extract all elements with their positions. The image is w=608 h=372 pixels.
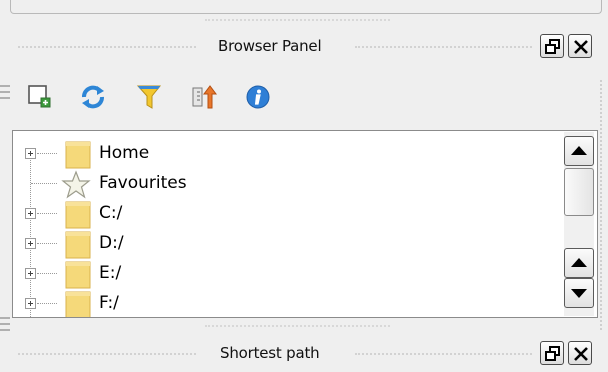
expand-icon[interactable]: [25, 238, 36, 249]
tree-item-label: E:/: [99, 263, 122, 283]
browser-float-button[interactable]: [540, 34, 564, 58]
expand-icon[interactable]: [25, 148, 36, 159]
tree-item-label: D:/: [99, 233, 124, 253]
left-splitter-grip-lower[interactable]: [0, 312, 12, 342]
float-icon: [545, 39, 560, 54]
browser-tree[interactable]: Home Favourites C:/ D:/ E:/ F:/: [12, 130, 598, 318]
scroll-up-button[interactable]: [564, 136, 594, 166]
folder-icon: [65, 290, 91, 317]
add-layer-button[interactable]: [26, 82, 56, 112]
info-icon: [246, 85, 270, 109]
tree-branch: [37, 153, 57, 154]
splitter-grip-bottom[interactable]: [205, 325, 390, 327]
tree-item[interactable]: C:/: [13, 200, 553, 230]
expand-icon[interactable]: [25, 298, 36, 309]
folder-icon: [65, 200, 91, 230]
scroll-down-button[interactable]: [564, 278, 594, 308]
tree-item-label: C:/: [99, 203, 123, 223]
close-icon: [574, 40, 588, 54]
titlebar-grip-right: [355, 46, 532, 48]
filter-icon: [136, 85, 162, 109]
upper-panel-edge: [10, 0, 602, 14]
shortest-path-close-button[interactable]: [568, 341, 592, 365]
scrollbar-thumb[interactable]: [564, 168, 594, 216]
refresh-button[interactable]: [78, 82, 108, 112]
tree-item-label: Favourites: [99, 173, 187, 193]
arrow-up-icon: [571, 258, 587, 267]
tree-item-label: Home: [99, 143, 150, 163]
folder-icon: [65, 140, 91, 170]
titlebar-grip-right: [355, 353, 532, 355]
titlebar-grip-left: [18, 46, 196, 48]
filter-button[interactable]: [135, 82, 165, 112]
left-splitter-grip[interactable]: [0, 80, 12, 110]
arrow-down-icon: [571, 289, 587, 298]
titlebar-grip-left: [18, 353, 196, 355]
star-icon: [61, 170, 91, 200]
browser-panel-title: Browser Panel: [218, 37, 322, 55]
tree-branch: [37, 243, 57, 244]
shortest-path-panel-title: Shortest path: [220, 344, 320, 362]
expand-icon[interactable]: [25, 268, 36, 279]
tree-item[interactable]: D:/: [13, 230, 553, 260]
folder-icon: [65, 230, 91, 260]
arrow-up-icon: [571, 146, 587, 155]
tree-branch: [37, 303, 57, 304]
add-layer-icon: [28, 85, 51, 108]
tree-branch: [31, 183, 57, 184]
tree-branch: [37, 213, 57, 214]
tree-branch: [37, 273, 57, 274]
right-splitter-grip[interactable]: [600, 80, 608, 330]
tree-item[interactable]: F:/: [13, 290, 553, 317]
collapse-all-button[interactable]: [190, 82, 220, 112]
vertical-scrollbar[interactable]: [564, 132, 594, 316]
properties-button[interactable]: [243, 82, 273, 112]
float-icon: [545, 346, 560, 361]
scroll-up-button-secondary[interactable]: [564, 248, 594, 278]
tree-item[interactable]: Home: [13, 140, 553, 170]
browser-close-button[interactable]: [568, 34, 592, 58]
tree-item-label: F:/: [99, 293, 119, 313]
expand-icon[interactable]: [25, 208, 36, 219]
shortest-path-float-button[interactable]: [540, 341, 564, 365]
close-icon: [574, 347, 588, 361]
collapse-icon: [192, 85, 217, 109]
refresh-icon: [82, 85, 104, 109]
tree-item[interactable]: Favourites: [13, 170, 553, 200]
tree-item[interactable]: E:/: [13, 260, 553, 290]
folder-icon: [65, 260, 91, 290]
splitter-grip-top[interactable]: [205, 19, 390, 21]
